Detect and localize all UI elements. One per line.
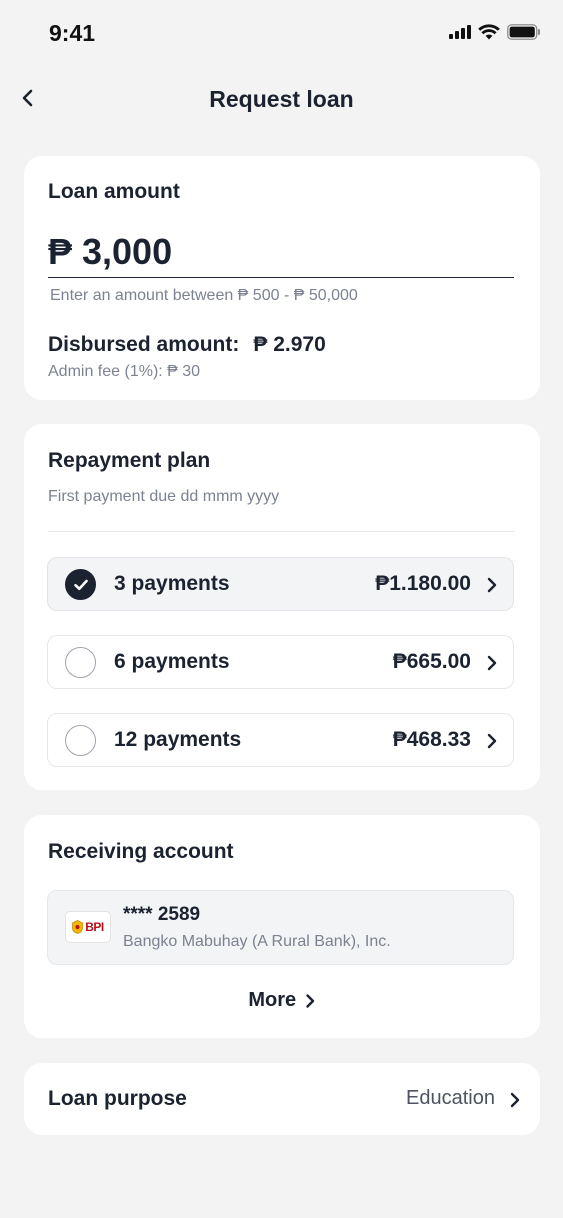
plan-option-amount: ₱665.00 (392, 650, 471, 673)
radio-unchecked[interactable] (65, 725, 96, 756)
disbursed-label: Disbursed amount: (48, 333, 240, 356)
loan-purpose-label: Loan purpose (48, 1087, 187, 1110)
loan-purpose-value: Education (406, 1087, 495, 1109)
bank-logo: BPI (65, 911, 111, 943)
loan-amount-helper: Enter an amount between ₱ 500 - ₱ 50,000 (50, 287, 358, 304)
radio-unchecked[interactable] (65, 647, 96, 678)
bank-name: Bangko Mabuhay (A Rural Bank), Inc. (123, 933, 391, 950)
chevron-right-icon (487, 577, 497, 593)
receiving-account-title: Receiving account (48, 840, 234, 863)
repayment-plan-card: Repayment plan First payment due dd mmm … (24, 424, 540, 790)
radio-checked[interactable] (65, 569, 96, 600)
chevron-right-icon (487, 655, 497, 671)
status-bar: 9:41 (0, 0, 563, 70)
plan-option-amount: ₱1.180.00 (375, 572, 471, 595)
status-time: 9:41 (49, 20, 96, 46)
wifi-icon (478, 24, 500, 40)
page-title: Request loan (209, 86, 354, 112)
plan-option-label: 6 payments (114, 650, 230, 673)
chevron-right-icon (487, 733, 497, 749)
disbursed-amount: Disbursed amount: ₱ 2.970 (48, 333, 326, 357)
loan-amount-input[interactable] (48, 230, 514, 273)
chevron-right-icon (510, 1092, 520, 1108)
bank-logo-text: BPI (85, 920, 104, 934)
loan-purpose-row[interactable]: Loan purpose Education (24, 1063, 540, 1135)
admin-fee: Admin fee (1%): ₱ 30 (48, 363, 201, 380)
account-item[interactable]: BPI **** 2589 Bangko Mabuhay (A Rural Ba… (47, 890, 514, 965)
divider (48, 531, 514, 532)
bank-emblem-icon (72, 920, 84, 934)
plan-option-label: 3 payments (114, 572, 230, 595)
loan-amount-card: Loan amount Enter an amount between ₱ 50… (24, 156, 540, 400)
battery-icon (507, 24, 540, 40)
loan-amount-title: Loan amount (48, 180, 180, 203)
more-label: More (248, 989, 297, 1011)
repayment-plan-subtitle: First payment due dd mmm yyyy (48, 488, 280, 505)
plan-option-label: 12 payments (114, 728, 242, 751)
account-number: **** 2589 (123, 904, 201, 925)
more-button[interactable]: More (24, 989, 540, 1012)
plan-option-6-payments[interactable]: 6 payments ₱665.00 (47, 635, 514, 689)
nav-bar: Request loan (0, 78, 563, 122)
plan-option-12-payments[interactable]: 12 payments ₱468.33 (47, 713, 514, 767)
receiving-account-card: Receiving account BPI **** 2589 Bangko M… (24, 815, 540, 1038)
signal-icon (449, 25, 471, 39)
repayment-plan-title: Repayment plan (48, 449, 211, 472)
chevron-right-icon (305, 994, 314, 1008)
plan-option-3-payments[interactable]: 3 payments ₱1.180.00 (47, 557, 514, 611)
plan-option-amount: ₱468.33 (392, 728, 471, 751)
status-icons (449, 24, 541, 40)
disbursed-value: ₱ 2.970 (253, 333, 326, 356)
loan-amount-field (48, 226, 514, 278)
check-icon (73, 579, 88, 590)
